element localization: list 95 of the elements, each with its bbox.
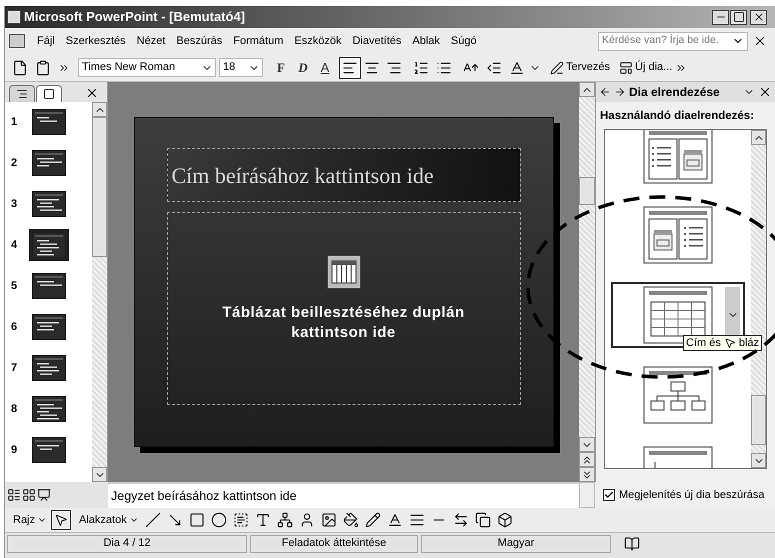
menu-item[interactable]: Beszúrás (171, 32, 228, 50)
spelling-icon (624, 536, 640, 552)
shadow-icon[interactable] (474, 512, 491, 528)
slideshow-icon[interactable] (37, 488, 51, 502)
menu-item[interactable]: Fájl (32, 32, 60, 50)
picture-icon[interactable] (320, 512, 337, 528)
font-color-icon[interactable] (509, 60, 525, 76)
status-field: Dia 4 / 12 (7, 534, 247, 552)
diagram-icon[interactable] (276, 512, 293, 528)
new-file-icon[interactable] (12, 60, 28, 76)
window-title: Microsoft PowerPoint - [Bemutató4] (24, 8, 246, 26)
menu-item[interactable]: Súgó (446, 32, 482, 50)
status-field: Magyar (421, 534, 611, 552)
menu-item[interactable]: Eszközök (289, 32, 346, 50)
next-slide-icon[interactable] (581, 468, 593, 480)
app-icon (7, 10, 21, 24)
new-slide-button[interactable]: Új dia... (617, 59, 674, 76)
sorter-view-icon[interactable] (22, 488, 36, 502)
slide-number: 4 (11, 238, 18, 253)
checkbox-label: Megjelenítés új dia beszúrása (619, 488, 765, 503)
format-button[interactable]: F (270, 56, 292, 78)
slide-icon (43, 88, 55, 100)
slide-number: 7 (11, 360, 18, 376)
menu-item[interactable]: Nézet (132, 32, 170, 50)
rectangle-icon[interactable] (188, 512, 205, 528)
section-heading: Használandó diaelrendezés: (599, 109, 756, 124)
check-icon (604, 490, 614, 500)
maximize-icon (732, 11, 744, 23)
slide-number: 8 (11, 402, 18, 417)
paste-icon[interactable] (35, 60, 51, 76)
slide-number: 9 (11, 442, 18, 458)
fill-color-icon[interactable] (342, 512, 359, 528)
scrollbar-thumb[interactable] (92, 117, 107, 257)
text-box-icon[interactable] (232, 512, 249, 528)
slide-number: 1 (11, 114, 18, 130)
body-placeholder-text: Táblázat beillesztéséhez duplán kattintson ide (221, 303, 466, 343)
title-placeholder-text: Cím beírásához kattintson ide (172, 162, 434, 190)
maximize-button[interactable] (730, 10, 747, 24)
font-dropdown[interactable]: Times New Roman (78, 58, 216, 77)
minimize-button[interactable] (712, 10, 729, 24)
tooltip-text: bláz (738, 336, 760, 351)
task-pane-title: Dia elrendezése (629, 84, 720, 101)
line-color-icon[interactable] (364, 512, 381, 528)
slide-number: 5 (11, 278, 18, 294)
shapes-menu-button[interactable]: Alakzatok (77, 512, 141, 528)
line-style-icon[interactable] (408, 512, 425, 528)
slide-icon (619, 60, 634, 74)
design-button[interactable]: Tervezés (548, 59, 612, 76)
scrollbar-thumb[interactable] (579, 177, 595, 205)
title-placeholder[interactable]: Cím beírásához kattintson ide (166, 148, 520, 202)
normal-view-icon[interactable] (7, 488, 21, 502)
layout-thumbnail (643, 206, 713, 264)
close-button[interactable] (750, 10, 767, 24)
table-icon (326, 255, 360, 289)
back-icon[interactable] (599, 86, 611, 98)
ellipse-icon[interactable] (210, 512, 227, 528)
notes-field[interactable]: Jegyzet beírásához kattintson ide (108, 482, 579, 508)
menu-item[interactable]: Ablak (407, 32, 445, 50)
pointer-icon[interactable] (54, 513, 68, 527)
body-placeholder[interactable]: Táblázat beillesztéséhez duplán kattintson ide (166, 212, 520, 405)
slide-number: 6 (11, 320, 18, 335)
numbered-list-icon[interactable] (413, 60, 429, 76)
close-icon[interactable] (753, 34, 767, 48)
cursor-icon (724, 337, 736, 349)
tooltip-text: Cím és (686, 336, 721, 351)
line-icon[interactable] (144, 512, 161, 528)
outline-icon (16, 88, 28, 100)
format-button[interactable]: D (292, 56, 314, 78)
close-icon (752, 11, 764, 23)
menu-item[interactable]: Diavetítés (347, 32, 406, 50)
status-field: Feladatok áttekintése (250, 534, 418, 552)
size-dropdown[interactable]: 18 (219, 58, 263, 77)
pane-tab[interactable] (9, 85, 35, 102)
checkbox[interactable] (603, 489, 615, 501)
draw-menu-button[interactable]: Rajz (11, 512, 50, 528)
wordart-icon[interactable] (254, 512, 271, 528)
forward-icon[interactable] (614, 86, 626, 98)
slide-number: 3 (11, 196, 18, 212)
menu-item[interactable]: Szerkesztés (60, 32, 131, 50)
help-search-field[interactable]: Kérdése van? Írja be ide. (598, 32, 748, 50)
close-icon[interactable] (85, 86, 99, 100)
font-color-icon[interactable] (386, 512, 403, 528)
pane-tab[interactable] (36, 85, 62, 102)
format-button[interactable]: A (314, 56, 336, 78)
arrow-style-icon[interactable] (452, 512, 469, 528)
close-icon[interactable] (758, 85, 772, 99)
pen-icon (550, 60, 564, 74)
menu-item[interactable]: Formátum (228, 32, 288, 50)
layout-thumbnail (643, 366, 713, 424)
slide-number: 2 (11, 156, 18, 171)
align-button[interactable] (339, 56, 361, 78)
scrollbar-thumb[interactable] (751, 395, 766, 446)
document-icon[interactable] (9, 34, 25, 48)
previous-slide-icon[interactable] (581, 454, 593, 466)
three-d-icon[interactable] (496, 512, 513, 528)
